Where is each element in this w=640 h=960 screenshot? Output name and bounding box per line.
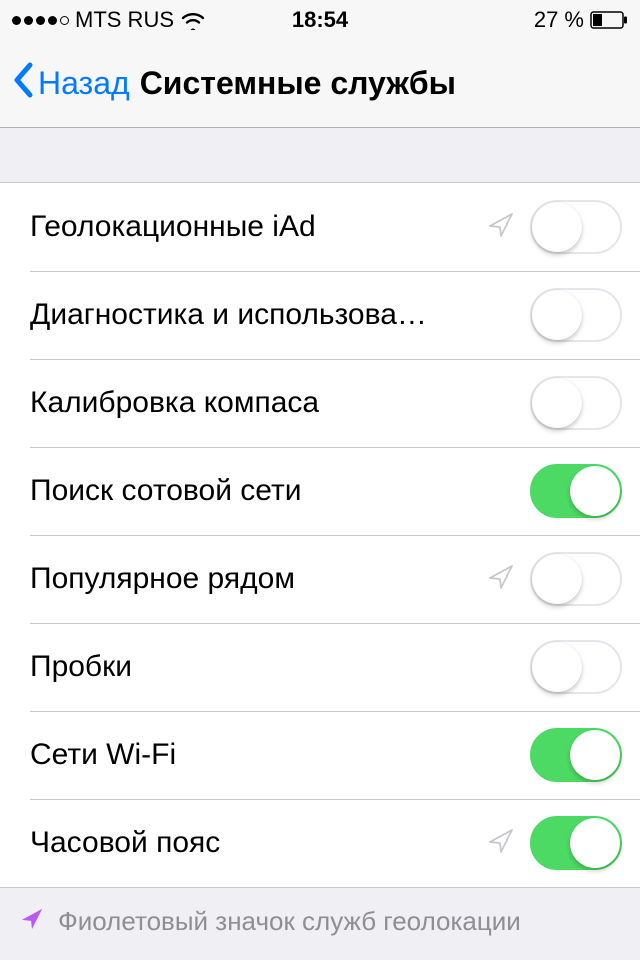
nav-bar: Назад Системные службы: [0, 40, 640, 128]
toggle-wifi[interactable]: [530, 728, 622, 782]
row-label: Диагностика и использова…: [30, 298, 530, 332]
row-label: Поиск сотовой сети: [30, 474, 530, 508]
row-label: Пробки: [30, 650, 530, 684]
row-cell-search[interactable]: Поиск сотовой сети: [0, 447, 640, 535]
location-arrow-purple-icon: [20, 907, 44, 936]
page-title: Системные службы: [140, 65, 456, 102]
back-label: Назад: [38, 65, 130, 102]
toggle-compass[interactable]: [530, 376, 622, 430]
back-button[interactable]: Назад: [12, 62, 130, 106]
row-timezone[interactable]: Часовой пояс: [0, 799, 640, 887]
location-arrow-icon: [488, 828, 514, 859]
row-wifi[interactable]: Сети Wi-Fi: [0, 711, 640, 799]
wifi-icon: [180, 10, 206, 30]
row-popular-nearby[interactable]: Популярное рядом: [0, 535, 640, 623]
toggle-timezone[interactable]: [530, 816, 622, 870]
row-traffic[interactable]: Пробки: [0, 623, 640, 711]
status-time: 18:54: [292, 7, 348, 33]
row-label: Часовой пояс: [30, 826, 488, 860]
battery-icon: [590, 11, 628, 29]
toggle-popular-nearby[interactable]: [530, 552, 622, 606]
row-label: Сети Wi-Fi: [30, 738, 530, 772]
status-right: 27 %: [534, 7, 628, 33]
toggle-iad[interactable]: [530, 200, 622, 254]
carrier-label: MTS RUS: [75, 7, 174, 33]
settings-list: Геолокационные iAd Диагностика и использ…: [0, 182, 640, 888]
chevron-left-icon: [12, 62, 34, 106]
row-compass[interactable]: Калибровка компаса: [0, 359, 640, 447]
footer-text: Фиолетовый значок служб геолокации: [58, 906, 521, 937]
toggle-traffic[interactable]: [530, 640, 622, 694]
row-label: Геолокационные iAd: [30, 210, 488, 244]
footer: Фиолетовый значок служб геолокации: [0, 888, 640, 937]
location-arrow-icon: [488, 564, 514, 595]
row-label: Калибровка компаса: [30, 386, 530, 420]
row-diagnostics[interactable]: Диагностика и использова…: [0, 271, 640, 359]
status-left: MTS RUS: [12, 7, 206, 33]
toggle-cell-search[interactable]: [530, 464, 622, 518]
location-arrow-icon: [488, 212, 514, 243]
battery-percent: 27 %: [534, 7, 584, 33]
toggle-diagnostics[interactable]: [530, 288, 622, 342]
row-iad[interactable]: Геолокационные iAd: [0, 183, 640, 271]
signal-dots: [12, 16, 69, 25]
section-spacer: [0, 128, 640, 182]
status-bar: MTS RUS 18:54 27 %: [0, 0, 640, 40]
row-label: Популярное рядом: [30, 562, 488, 596]
